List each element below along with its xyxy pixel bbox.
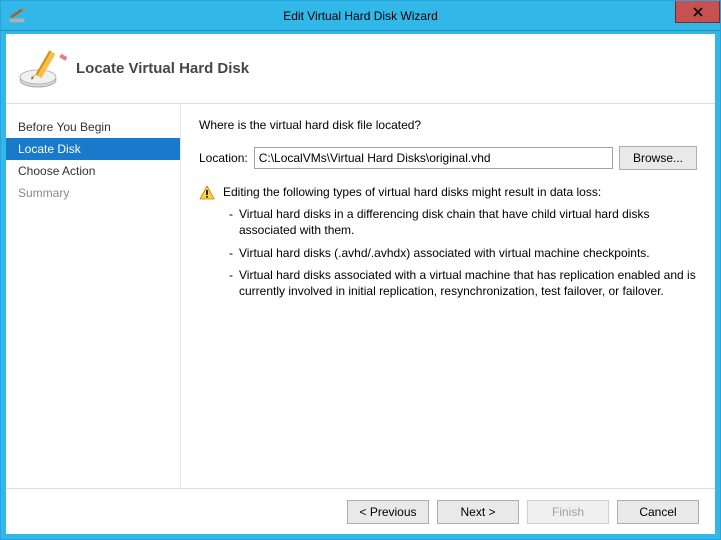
window-title: Edit Virtual Hard Disk Wizard — [1, 9, 720, 23]
sidebar-item-before-you-begin[interactable]: Before You Begin — [6, 116, 180, 138]
warning-block: Editing the following types of virtual h… — [199, 184, 697, 299]
warning-intro: Editing the following types of virtual h… — [223, 184, 697, 200]
content-area: Locate Virtual Hard Disk Before You Begi… — [1, 31, 720, 539]
warning-icon — [199, 185, 215, 201]
wizard-body: Before You Begin Locate Disk Choose Acti… — [6, 104, 715, 488]
main-panel: Where is the virtual hard disk file loca… — [181, 104, 715, 488]
location-input[interactable] — [254, 147, 613, 169]
warning-item: Virtual hard disks associated with a vir… — [223, 267, 697, 299]
warning-item: Virtual hard disks (.avhd/.avhdx) associ… — [223, 245, 697, 261]
sidebar-item-choose-action[interactable]: Choose Action — [6, 160, 180, 182]
step-sidebar: Before You Begin Locate Disk Choose Acti… — [6, 104, 181, 488]
warning-content: Editing the following types of virtual h… — [223, 184, 697, 299]
sidebar-item-locate-disk[interactable]: Locate Disk — [6, 138, 180, 160]
titlebar[interactable]: Edit Virtual Hard Disk Wizard — [1, 1, 720, 31]
browse-button[interactable]: Browse... — [619, 146, 697, 170]
previous-button[interactable]: < Previous — [347, 500, 429, 524]
wizard-header: Locate Virtual Hard Disk — [6, 34, 715, 104]
cancel-button[interactable]: Cancel — [617, 500, 699, 524]
next-button[interactable]: Next > — [437, 500, 519, 524]
close-button[interactable] — [675, 1, 720, 23]
sidebar-item-summary[interactable]: Summary — [6, 182, 180, 204]
location-label: Location: — [199, 151, 248, 165]
warning-list: Virtual hard disks in a differencing dis… — [223, 206, 697, 299]
wizard-window: Edit Virtual Hard Disk Wizard Locate Vir… — [0, 0, 721, 540]
disk-pencil-icon — [18, 48, 68, 90]
location-row: Location: Browse... — [199, 146, 697, 170]
finish-button: Finish — [527, 500, 609, 524]
wizard-footer: < Previous Next > Finish Cancel — [6, 488, 715, 534]
prompt-text: Where is the virtual hard disk file loca… — [199, 118, 697, 132]
page-title: Locate Virtual Hard Disk — [76, 60, 249, 77]
warning-item: Virtual hard disks in a differencing dis… — [223, 206, 697, 238]
